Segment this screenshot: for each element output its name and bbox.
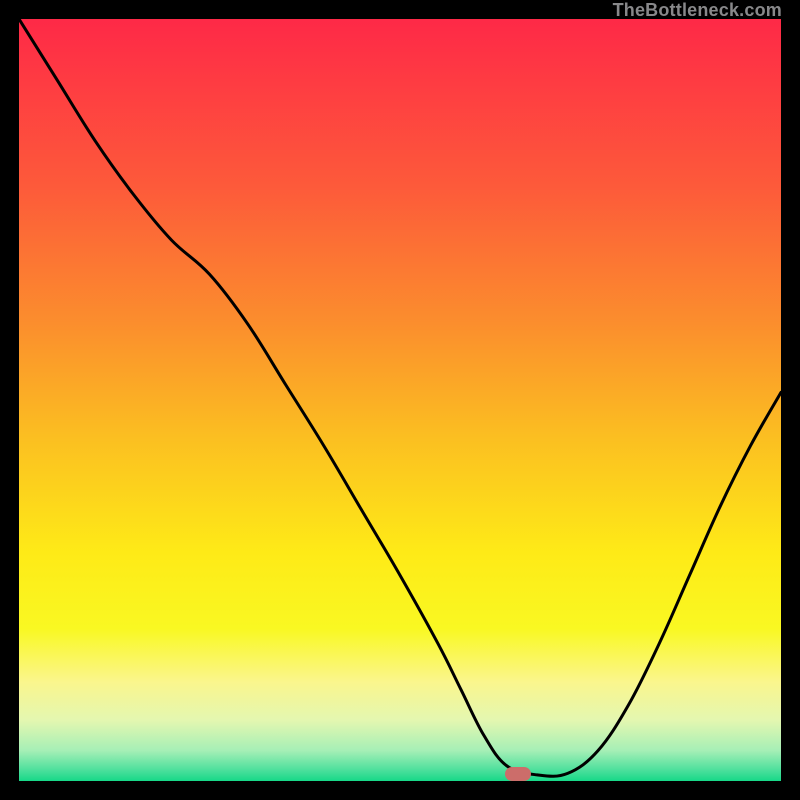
optimum-marker bbox=[505, 767, 531, 781]
bottleneck-curve bbox=[19, 19, 781, 781]
watermark-label: TheBottleneck.com bbox=[613, 0, 782, 21]
plot-area bbox=[19, 19, 781, 781]
chart-stage: TheBottleneck.com bbox=[0, 0, 800, 800]
